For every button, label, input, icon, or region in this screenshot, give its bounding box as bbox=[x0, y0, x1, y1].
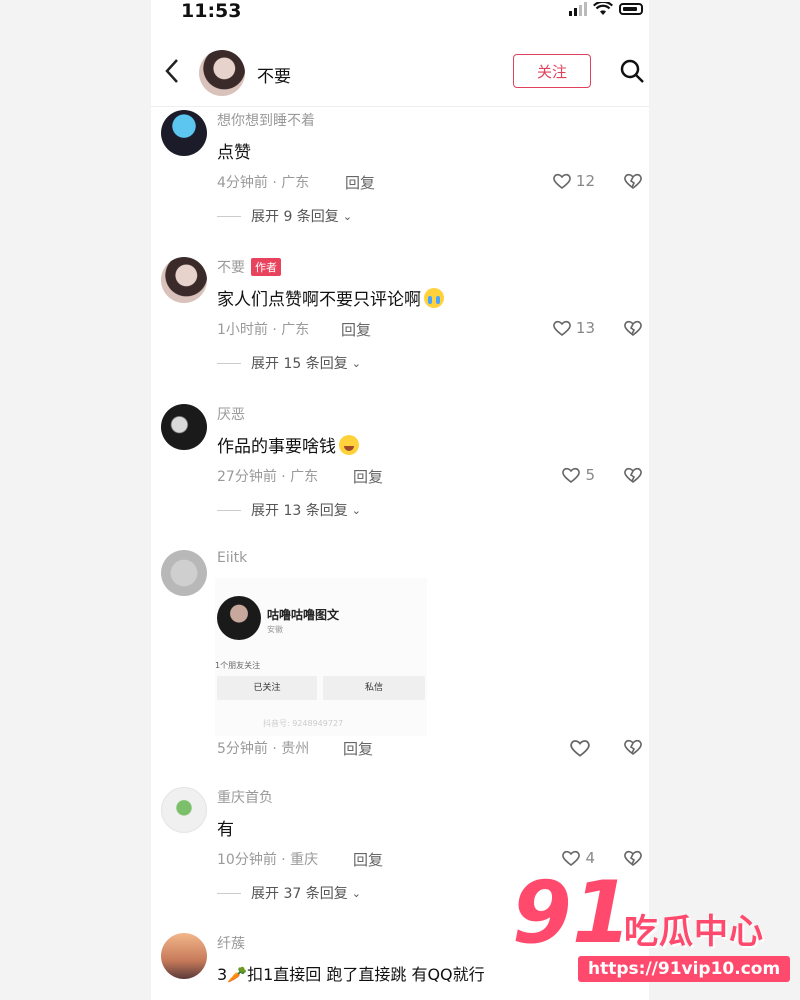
chevron-down-icon: ⌄ bbox=[351, 503, 361, 517]
commenter-name[interactable]: 重庆首负 bbox=[217, 787, 273, 807]
crying-face-emoji bbox=[424, 288, 444, 308]
commenter-name[interactable]: 厌恶 bbox=[217, 404, 245, 424]
comment-text: 有 bbox=[217, 820, 234, 840]
header-avatar[interactable] bbox=[199, 50, 245, 96]
comment-meta: 27分钟前 · 广东 bbox=[217, 469, 319, 485]
comment-meta: 1小时前 · 广东 bbox=[217, 322, 310, 338]
watermark-title: 吃瓜中心 bbox=[624, 912, 764, 952]
site-watermark: 91 吃瓜中心 https://91vip10.com bbox=[512, 870, 798, 990]
broken-heart-icon[interactable] bbox=[623, 319, 643, 337]
like-count: 5 bbox=[585, 466, 595, 484]
back-button[interactable] bbox=[163, 56, 181, 92]
reply-button[interactable]: 回复 bbox=[345, 172, 375, 193]
broken-heart-icon[interactable] bbox=[623, 172, 643, 190]
chevron-down-icon: ⌄ bbox=[351, 886, 361, 900]
wifi-icon bbox=[593, 2, 613, 15]
reply-button[interactable]: 回复 bbox=[343, 738, 373, 759]
search-icon[interactable] bbox=[619, 58, 645, 84]
expand-replies-button[interactable]: 展开 15 条回复 ⌄ bbox=[217, 353, 361, 373]
like-count: 13 bbox=[575, 319, 595, 337]
image-profile-avatar bbox=[217, 596, 261, 640]
watermark-url: https://91vip10.com bbox=[578, 956, 791, 982]
image-friends-text: 1个朋友关注 bbox=[215, 661, 261, 670]
image-profile-location: 安徽 bbox=[267, 625, 283, 634]
expand-replies-label: 展开 15 条回复 bbox=[251, 356, 348, 372]
commenter-avatar[interactable] bbox=[161, 787, 207, 833]
comment-text: 点赞 bbox=[217, 143, 251, 163]
reply-button[interactable]: 回复 bbox=[353, 466, 383, 487]
image-message-button: 私信 bbox=[323, 676, 425, 700]
cellular-signal-icon bbox=[569, 2, 587, 16]
commenter-name[interactable]: 不要 作者 bbox=[217, 257, 281, 277]
like-button[interactable] bbox=[569, 738, 595, 758]
comment-text: 作品的事要啥钱 bbox=[217, 432, 359, 457]
commenter-avatar[interactable] bbox=[161, 110, 207, 156]
image-profile-name: 咕噜咕噜图文 bbox=[267, 608, 340, 622]
comment-text-content: 家人们点赞啊不要只评论啊 bbox=[217, 290, 421, 310]
like-button[interactable]: 12 bbox=[552, 172, 595, 190]
commenter-name[interactable]: 想你想到睡不着 bbox=[217, 110, 315, 130]
comment-meta: 4分钟前 · 广东 bbox=[217, 175, 310, 191]
image-followed-button: 已关注 bbox=[217, 676, 317, 700]
like-button[interactable]: 5 bbox=[561, 466, 595, 484]
expand-replies-label: 展开 9 条回复 bbox=[251, 209, 339, 225]
like-count: 12 bbox=[575, 172, 595, 190]
image-account-id: 抖音号: 9248949727 bbox=[263, 719, 344, 728]
heart-icon bbox=[562, 467, 581, 484]
chevron-down-icon: ⌄ bbox=[351, 356, 361, 370]
comment-text: 家人们点赞啊不要只评论啊 bbox=[217, 285, 444, 310]
comment-image[interactable]: 咕噜咕噜图文 安徽 1个朋友关注 已关注 私信 抖音号: 9248949727 bbox=[215, 578, 427, 736]
commenter-avatar[interactable] bbox=[161, 257, 207, 303]
reply-button[interactable]: 回复 bbox=[341, 319, 371, 340]
heart-icon bbox=[553, 320, 571, 337]
commenter-name-text: 不要 bbox=[217, 260, 245, 276]
chevron-down-icon: ⌄ bbox=[342, 209, 353, 223]
comment-text: 3🥕扣1直接回 跑了直接跳 有QQ就行 bbox=[217, 965, 485, 984]
comment-meta: 10分钟前 · 重庆 bbox=[217, 852, 319, 868]
status-time: 11:53 bbox=[181, 0, 242, 22]
rolling-laughing-emoji bbox=[339, 435, 359, 455]
commenter-avatar[interactable] bbox=[161, 933, 207, 979]
expand-replies-label: 展开 37 条回复 bbox=[251, 886, 348, 902]
commenter-avatar[interactable] bbox=[161, 550, 207, 596]
profile-header: 不要 关注 bbox=[151, 44, 649, 107]
battery-icon bbox=[619, 3, 643, 15]
broken-heart-icon[interactable] bbox=[623, 466, 643, 484]
reply-button[interactable]: 回复 bbox=[353, 849, 383, 870]
comment-text-content: 作品的事要啥钱 bbox=[217, 437, 336, 457]
expand-replies-label: 展开 13 条回复 bbox=[251, 503, 348, 519]
commenter-name[interactable]: 纤蔟 bbox=[217, 933, 245, 953]
heart-icon bbox=[553, 173, 571, 190]
follow-button[interactable]: 关注 bbox=[513, 54, 591, 88]
commenter-name[interactable]: Eiitk bbox=[217, 550, 247, 566]
broken-heart-icon[interactable] bbox=[623, 738, 643, 756]
comment-meta: 5分钟前 · 贵州 bbox=[217, 741, 310, 757]
watermark-number: 91 bbox=[512, 863, 632, 963]
status-icons bbox=[569, 2, 643, 16]
author-badge: 作者 bbox=[251, 258, 281, 276]
phone-screen: 11:53 不要 关注 想你想到睡不着 点赞 4分钟前 · 广东 回复 12 展… bbox=[151, 0, 649, 1000]
expand-replies-button[interactable]: 展开 37 条回复 ⌄ bbox=[217, 883, 361, 903]
expand-replies-button[interactable]: 展开 13 条回复 ⌄ bbox=[217, 500, 361, 520]
expand-replies-button[interactable]: 展开 9 条回复 ⌄ bbox=[217, 206, 352, 226]
commenter-avatar[interactable] bbox=[161, 404, 207, 450]
header-username[interactable]: 不要 bbox=[257, 62, 291, 87]
chevron-left-icon bbox=[165, 59, 178, 83]
like-button[interactable]: 13 bbox=[552, 319, 595, 337]
heart-icon bbox=[570, 740, 590, 757]
